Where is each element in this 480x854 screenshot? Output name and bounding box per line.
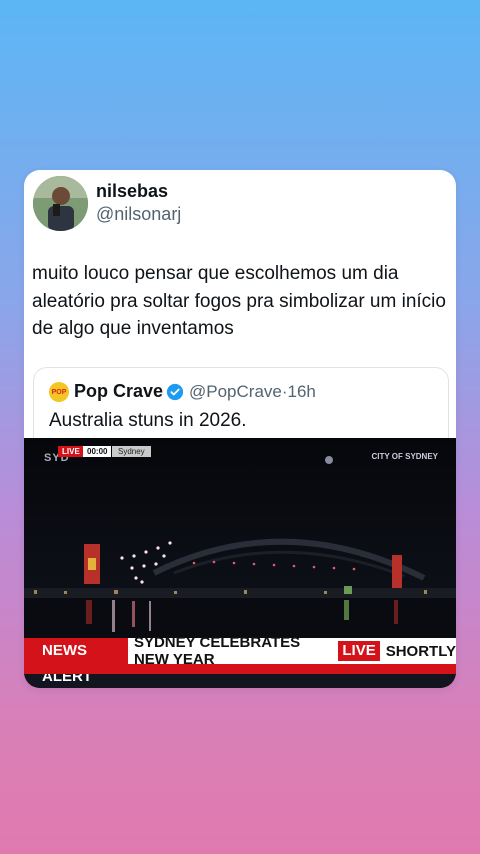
- verified-badge-icon: [166, 383, 184, 401]
- post-card[interactable]: nilsebas @nilsonarj muito louco pensar q…: [24, 170, 456, 688]
- author-handle[interactable]: @nilsonarj: [96, 204, 181, 225]
- ticker-live-badge: LIVE: [338, 641, 380, 661]
- ticker-suffix: SHORTLY: [385, 642, 456, 660]
- location-tag: Sydney: [112, 446, 151, 457]
- clock-tag: 00:00: [83, 446, 112, 457]
- post-text: muito louco pensar que escolhemos um dia…: [32, 263, 446, 339]
- author-name[interactable]: nilsebas: [96, 181, 168, 202]
- quoted-text: Australia stuns in 2026.: [49, 410, 247, 431]
- ticker-headline: SYDNEY CELEBRATES NEW YEAR: [133, 634, 301, 668]
- news-ticker: NEWS ALERT SYDNEY CELEBRATES NEW YEAR LI…: [24, 634, 456, 685]
- quoted-author-name[interactable]: Pop Crave: [74, 381, 163, 402]
- news-alert-label: NEWS ALERT: [24, 638, 128, 685]
- logo-text: POP: [51, 388, 67, 396]
- city-watermark: CITY OF SYDNEY: [371, 452, 438, 461]
- pop-crave-logo[interactable]: POP: [49, 382, 69, 402]
- video-player[interactable]: SYD LIVE 00:00 Sydney CITY OF SYDNEY NEW…: [24, 438, 456, 688]
- avatar[interactable]: [33, 176, 88, 231]
- quoted-author-handle[interactable]: @PopCrave·16h: [189, 382, 316, 402]
- live-tag: LIVE: [58, 446, 84, 457]
- ticker-base-bar: [24, 664, 456, 674]
